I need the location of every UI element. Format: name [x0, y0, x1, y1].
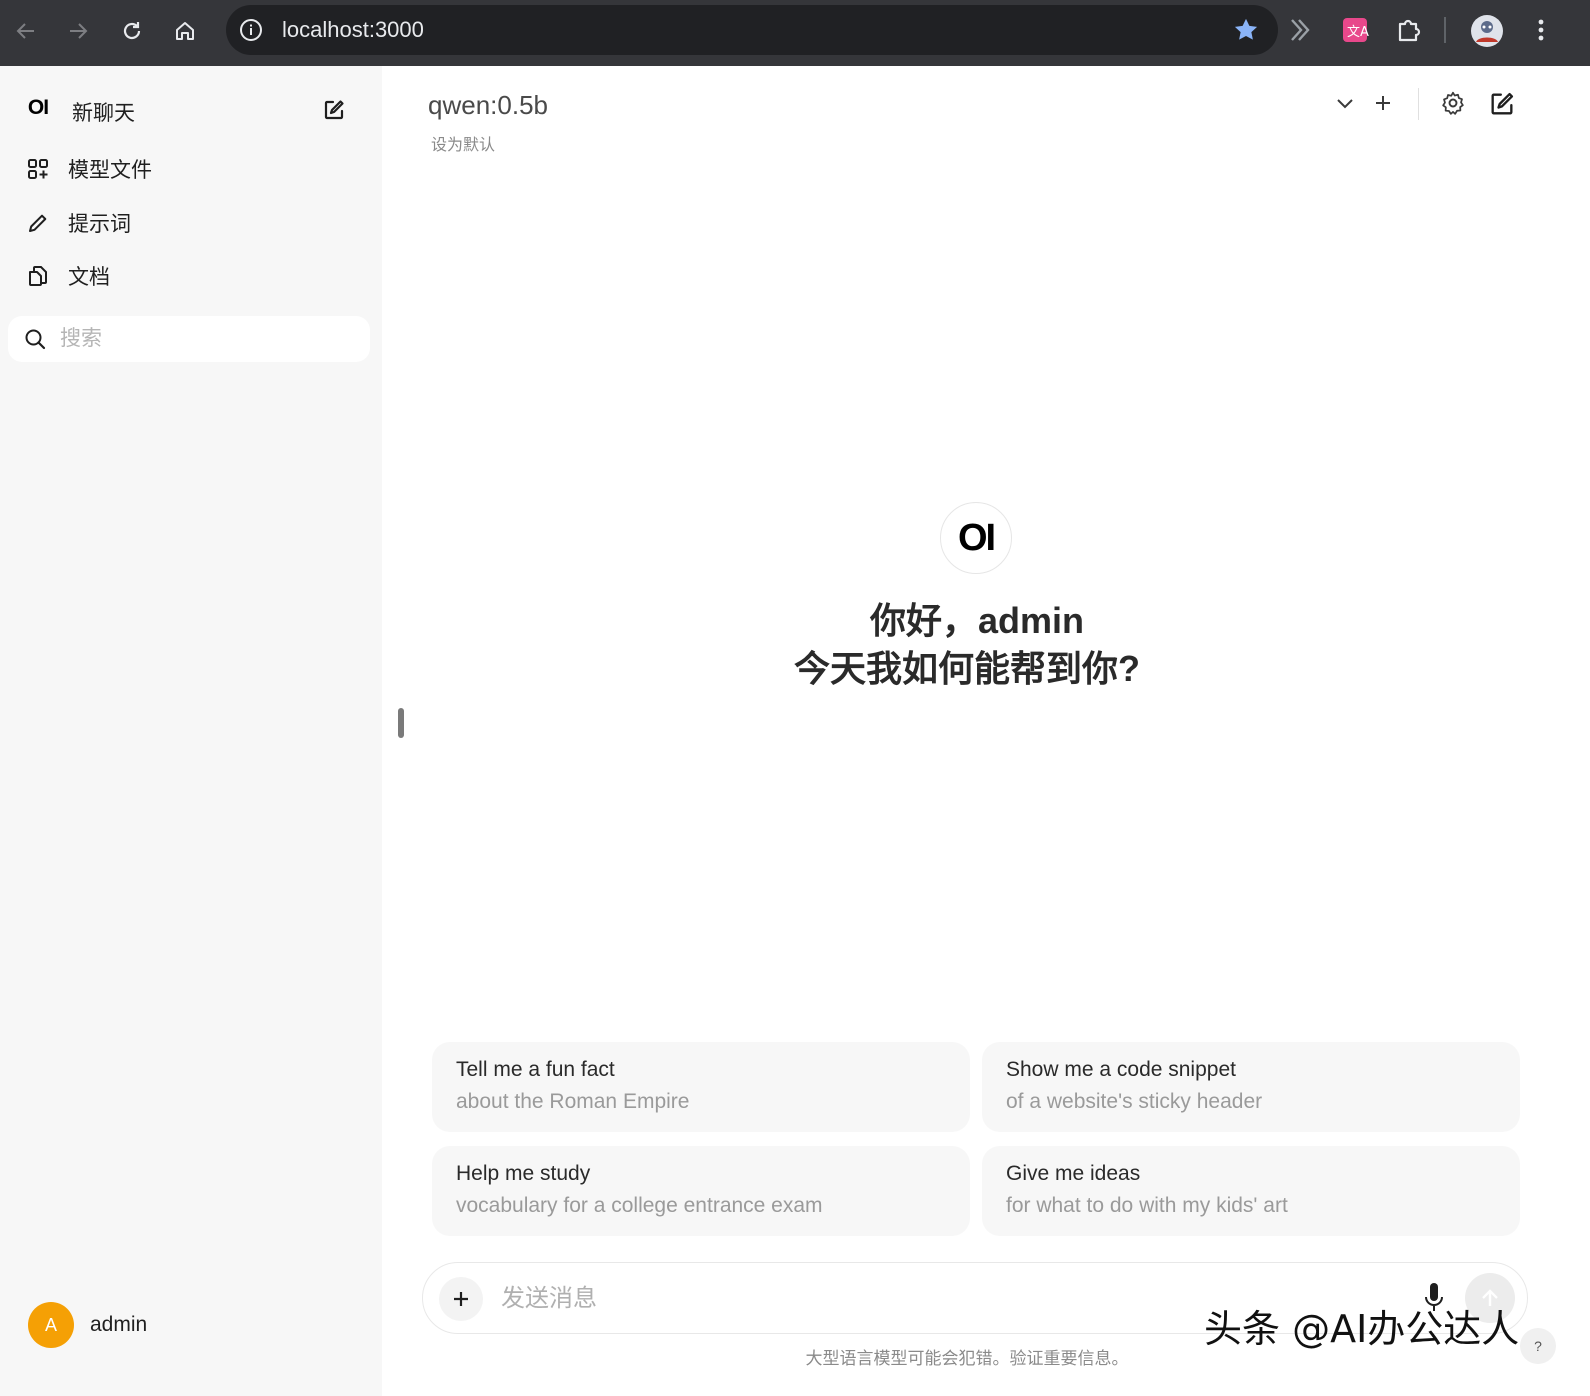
toolbar-divider	[1444, 17, 1446, 43]
suggestion-subtitle: for what to do with my kids' art	[1006, 1194, 1288, 1217]
suggestion-title: Give me ideas	[1006, 1162, 1141, 1185]
suggestion-card[interactable]: Tell me a fun fact about the Roman Empir…	[432, 1042, 970, 1132]
pencil-icon	[24, 209, 52, 237]
chevrons-extension-icon[interactable]	[1286, 15, 1316, 45]
forward-arrow-icon[interactable]	[60, 13, 96, 49]
suggestion-title: Tell me a fun fact	[456, 1058, 615, 1081]
suggestion-subtitle: vocabulary for a college entrance exam	[456, 1194, 823, 1217]
search-input[interactable]	[60, 324, 350, 354]
new-chat-label[interactable]: 新聊天	[72, 97, 135, 127]
reload-icon[interactable]	[114, 13, 150, 49]
gear-icon[interactable]	[1440, 90, 1466, 121]
edit-square-icon[interactable]	[322, 98, 346, 127]
url-text: localhost:3000	[282, 17, 424, 42]
suggestion-subtitle: about the Roman Empire	[456, 1090, 690, 1113]
sidebar-resize-handle[interactable]	[398, 708, 404, 738]
watermark: 头条 @AI办公达人	[1204, 1307, 1520, 1351]
suggestion-title: Show me a code snippet	[1006, 1058, 1236, 1081]
header-divider	[1418, 88, 1419, 120]
set-default-link[interactable]: 设为默认	[431, 131, 495, 155]
browser-toolbar: localhost:3000 文A	[0, 0, 1590, 66]
chat-main: qwen:0.5b 设为默认 OI 你好，admin 今天我如何能帮到你? Te…	[382, 66, 1590, 1396]
greeting-subtitle: 今天我如何能帮到你?	[794, 648, 1140, 689]
home-icon[interactable]	[167, 13, 203, 49]
suggestion-card[interactable]: Help me study vocabulary for a college e…	[432, 1146, 970, 1236]
user-menu[interactable]: A admin	[28, 1302, 147, 1348]
sidebar-item-label: 文档	[68, 266, 110, 289]
help-button[interactable]: ?	[1520, 1328, 1556, 1364]
new-chat-edit-icon[interactable]	[1488, 90, 1516, 123]
kebab-menu-icon[interactable]	[1526, 15, 1556, 45]
svg-text:文A: 文A	[1347, 25, 1369, 40]
bookmark-star-icon[interactable]	[1232, 16, 1260, 44]
sidebar-item-documents[interactable]: 文档	[24, 258, 110, 294]
info-icon[interactable]	[238, 17, 264, 43]
sidebar-item-label: 模型文件	[68, 159, 152, 182]
suggestion-card[interactable]: Show me a code snippet of a website's st…	[982, 1042, 1520, 1132]
grid-plus-icon	[24, 155, 52, 183]
translate-extension-icon[interactable]: 文A	[1340, 15, 1370, 45]
profile-avatar-icon[interactable]	[1470, 14, 1504, 48]
greeting-title: 你好，admin	[869, 600, 1084, 641]
avatar[interactable]: A	[28, 1302, 74, 1348]
back-arrow-icon[interactable]	[8, 13, 44, 49]
sidebar: OI 新聊天 模型文件 提示词 文档 A admin	[0, 66, 382, 1396]
sidebar-item-prompts[interactable]: 提示词	[24, 205, 131, 241]
sidebar-item-label: 提示词	[68, 213, 131, 236]
hero-logo: OI	[940, 502, 1012, 574]
app-logo[interactable]: OI	[22, 90, 54, 126]
suggestion-card[interactable]: Give me ideas for what to do with my kid…	[982, 1146, 1520, 1236]
search-icon	[24, 328, 46, 355]
sidebar-item-modelfiles[interactable]: 模型文件	[24, 151, 152, 187]
address-bar[interactable]: localhost:3000	[226, 5, 1278, 55]
attach-plus-button[interactable]	[439, 1277, 483, 1321]
chevron-down-icon[interactable]	[1334, 92, 1356, 119]
suggestion-title: Help me study	[456, 1162, 591, 1185]
documents-icon	[24, 262, 52, 290]
add-model-icon[interactable]	[1372, 92, 1394, 119]
plus-icon	[454, 1292, 468, 1306]
puzzle-extension-icon[interactable]	[1394, 15, 1424, 45]
user-name: admin	[90, 1313, 148, 1336]
suggestion-subtitle: of a website's sticky header	[1006, 1090, 1263, 1113]
model-selector[interactable]: qwen:0.5b	[428, 90, 548, 121]
search-box[interactable]	[8, 316, 370, 362]
